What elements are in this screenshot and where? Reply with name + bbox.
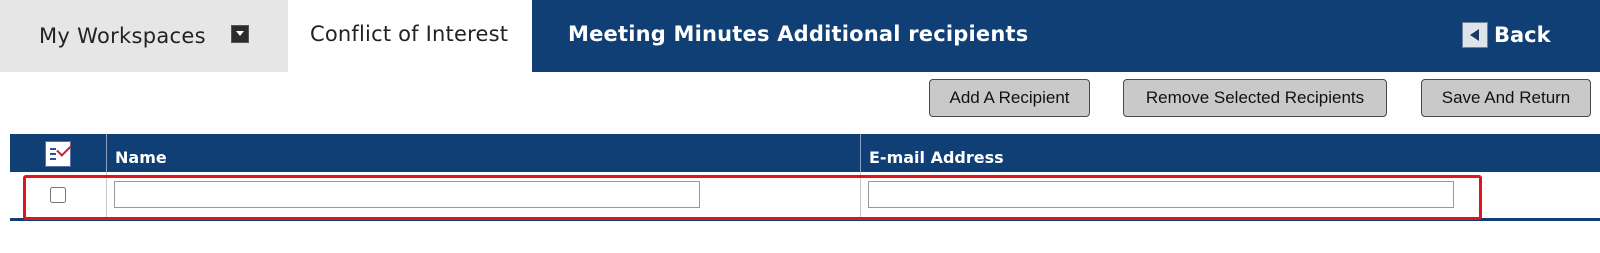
remove-selected-recipients-button[interactable]: Remove Selected Recipients <box>1123 79 1387 117</box>
grid-header: Name E-mail Address <box>10 134 1600 172</box>
select-all-checklist-icon[interactable] <box>45 141 72 167</box>
page-title: Meeting Minutes Additional recipients <box>568 22 1029 46</box>
row-email-cell <box>860 172 1600 218</box>
name-column-header[interactable]: Name <box>106 134 861 172</box>
tab-conflict-of-interest[interactable]: Conflict of Interest <box>288 0 532 72</box>
recipients-grid: Name E-mail Address <box>10 134 1600 221</box>
name-column-label: Name <box>115 148 167 167</box>
email-column-header[interactable]: E-mail Address <box>860 134 1600 172</box>
email-column-label: E-mail Address <box>869 148 1004 167</box>
arrow-left-icon <box>1462 22 1488 48</box>
add-recipient-button[interactable]: Add A Recipient <box>929 79 1090 117</box>
row-select-cell <box>10 172 106 218</box>
grid-bottom-border <box>10 218 1600 221</box>
my-workspaces-label: My Workspaces <box>39 24 206 48</box>
row-checkbox[interactable] <box>50 187 66 203</box>
top-bar: My Workspaces Conflict of Interest Meeti… <box>0 0 1600 72</box>
back-button-label: Back <box>1494 23 1551 47</box>
chevron-down-icon[interactable] <box>231 25 249 43</box>
my-workspaces-tab[interactable]: My Workspaces <box>0 0 288 72</box>
name-input[interactable] <box>114 181 700 208</box>
tab-conflict-of-interest-label: Conflict of Interest <box>310 22 509 46</box>
save-and-return-button[interactable]: Save And Return <box>1421 79 1591 117</box>
title-bar: Meeting Minutes Additional recipients Ba… <box>532 0 1600 72</box>
row-name-cell <box>106 172 861 218</box>
back-button[interactable]: Back <box>1462 20 1551 50</box>
table-row <box>10 172 1600 218</box>
select-column-header <box>10 134 106 172</box>
email-input[interactable] <box>868 181 1454 208</box>
